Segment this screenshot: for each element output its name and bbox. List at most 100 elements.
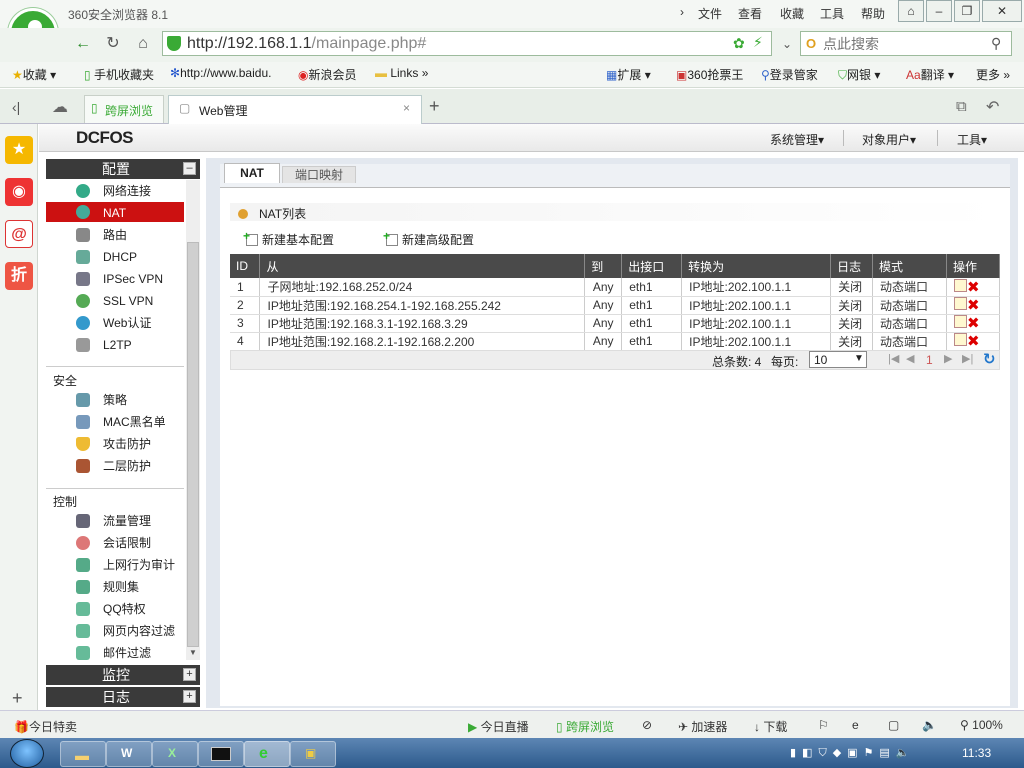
first-page-icon[interactable]: |◀ <box>888 352 899 365</box>
start-button[interactable] <box>10 739 44 768</box>
sidebar-toggle-icon[interactable]: ‹| <box>12 99 20 115</box>
discount-icon[interactable]: 折 <box>5 262 33 290</box>
nav-item-ipsec[interactable]: IPSec VPN <box>46 268 184 290</box>
add-icon[interactable]: + <box>12 688 23 709</box>
home-icon[interactable]: ⌂ <box>130 32 156 56</box>
refresh-icon[interactable]: ↻ <box>100 32 126 56</box>
cmd-task[interactable] <box>198 741 244 767</box>
nav-item-network[interactable]: 网络连接 <box>46 180 184 202</box>
nav-item-traffic[interactable]: 流量管理 <box>46 510 184 532</box>
ticket-button[interactable]: ▣360抢票王 <box>676 66 743 83</box>
nav-item-web-filter[interactable]: 网页内容过滤 <box>46 620 184 642</box>
login-manager-button[interactable]: ⚲登录管家 <box>761 66 818 83</box>
restore-tabs-icon[interactable]: ⧉ <box>956 98 967 115</box>
menu-tools[interactable]: 工具 <box>820 5 844 22</box>
netbank-button[interactable]: ⛉网银 ▾ <box>838 66 880 83</box>
refresh-icon[interactable]: ↻ <box>983 350 996 368</box>
table-row[interactable]: 4 IP地址范围:192.168.2.1-192.168.2.200 Any e… <box>230 332 1001 351</box>
delete-icon[interactable]: ✖ <box>967 316 981 331</box>
cross-screen-button[interactable]: ▯ 跨屏浏览 <box>556 718 614 735</box>
search-engine-icon[interactable]: O <box>806 36 816 51</box>
security-check-icon[interactable]: ✿ <box>733 35 745 52</box>
nav-header-log[interactable]: 日志 + <box>46 687 200 707</box>
nav-item-ruleset[interactable]: 规则集 <box>46 576 184 598</box>
table-row[interactable]: 3 IP地址范围:192.168.3.1-192.168.3.29 Any et… <box>230 314 1001 333</box>
undo-icon[interactable]: ↶ <box>986 97 999 117</box>
clock[interactable]: 11:33 <box>962 746 991 760</box>
prev-page-icon[interactable]: ◀ <box>906 352 914 365</box>
window-icon[interactable]: ▢ <box>888 718 899 732</box>
per-page-select[interactable]: 10 ▼ <box>809 351 867 368</box>
new-advanced-config-button[interactable]: 新建高级配置 <box>383 229 474 248</box>
lightning-icon[interactable]: ⚡ <box>753 34 763 51</box>
search-icon[interactable]: ⚲ <box>991 35 1001 52</box>
bookmark-baidu[interactable]: ✻http://www.baidu. <box>170 66 271 80</box>
nav-header-config[interactable]: 配置 – <box>46 159 200 179</box>
menu-view[interactable]: 查看 <box>738 5 762 22</box>
bookmark-sina[interactable]: ◉新浪会员 <box>298 66 357 83</box>
search-input[interactable] <box>823 34 983 53</box>
daily-deal[interactable]: 🎁今日特卖 <box>14 718 77 735</box>
collapse-icon[interactable]: – <box>183 162 196 175</box>
favorites-star-icon[interactable]: ★ <box>5 136 33 164</box>
explorer-task[interactable]: ▬ <box>60 741 106 767</box>
nav-item-nat[interactable]: NAT <box>46 202 184 222</box>
nav-item-sslvpn[interactable]: SSL VPN <box>46 290 184 312</box>
weibo-icon[interactable]: ◉ <box>5 178 33 206</box>
edit-icon[interactable] <box>953 278 967 292</box>
chevron-right-icon[interactable]: › <box>680 5 684 19</box>
delete-icon[interactable]: ✖ <box>967 334 981 349</box>
minimize-button[interactable]: – <box>926 0 952 22</box>
bookmark-links[interactable]: ▬ Links » <box>375 66 428 80</box>
edit-icon[interactable] <box>953 297 967 310</box>
scroll-thumb[interactable] <box>187 242 199 647</box>
edit-icon[interactable] <box>953 315 967 328</box>
edit-icon[interactable] <box>953 333 967 346</box>
word-task[interactable]: W <box>106 741 152 767</box>
nav-item-audit[interactable]: 上网行为审计 <box>46 554 184 576</box>
back-icon[interactable]: ← <box>70 32 96 56</box>
close-tab-icon[interactable]: × <box>403 101 410 115</box>
tab-nat[interactable]: NAT <box>224 163 280 183</box>
tab-port-mapping[interactable]: 端口映射 <box>282 166 356 183</box>
expand-icon[interactable]: + <box>183 690 196 703</box>
nav-item-mac-blacklist[interactable]: MAC黑名单 <box>46 411 184 433</box>
nav-item-attack-defense[interactable]: 攻击防护 <box>46 433 184 455</box>
flag-icon[interactable]: ⚐ <box>818 718 829 732</box>
scroll-down-icon[interactable]: ▼ <box>189 648 197 657</box>
nav-item-mail-filter[interactable]: 邮件过滤 <box>46 642 184 662</box>
zoom-control[interactable]: ⚲ 100% <box>960 718 1003 732</box>
tab-cross-screen[interactable]: ▯ 跨屏浏览 <box>84 95 164 123</box>
tray-icons[interactable]: ▮◧⛉◆▣⚑▤🔈 <box>790 746 916 760</box>
table-row[interactable]: 1 子网地址:192.168.252.0/24 Any eth1 IP地址:20… <box>230 278 1001 297</box>
table-row[interactable]: 2 IP地址范围:192.168.254.1-192.168.255.242 A… <box>230 296 1001 315</box>
app-task[interactable]: ▣ <box>290 741 336 767</box>
tab-web-manage[interactable]: ▢ Web管理 × <box>168 95 422 124</box>
url-bar[interactable]: http://192.168.1.1/mainpage.php# ✿ ⚡ <box>162 31 772 56</box>
new-tab-icon[interactable]: + <box>429 96 440 117</box>
mail-icon[interactable]: @ <box>5 220 33 248</box>
nav-item-route[interactable]: 路由 <box>46 224 184 246</box>
translate-button[interactable]: Aa翻译 ▾ <box>906 66 954 83</box>
nav-item-webauth[interactable]: Web认证 <box>46 312 184 334</box>
menu-tools[interactable]: 工具▾ <box>957 131 987 148</box>
bookmark-mobile[interactable]: ▯ 手机收藏夹 <box>84 66 154 83</box>
menu-system-manage[interactable]: 系统管理▾ <box>770 131 824 148</box>
accelerator-button[interactable]: ✈ 加速器 <box>678 718 727 735</box>
last-page-icon[interactable]: ▶| <box>962 352 973 365</box>
live-button[interactable]: ▶ 今日直播 <box>468 718 529 735</box>
nav-item-dhcp[interactable]: DHCP <box>46 246 184 268</box>
menu-object-user[interactable]: 对象用户▾ <box>862 131 916 148</box>
pin-icon[interactable]: ⌂ <box>898 0 924 22</box>
bookmark-favorites[interactable]: ★收藏 ▾ <box>12 66 56 83</box>
nav-header-monitor[interactable]: 监控 + <box>46 665 200 685</box>
next-page-icon[interactable]: ▶ <box>944 352 952 365</box>
volume-icon[interactable]: 🔈 <box>922 718 937 732</box>
close-button[interactable]: ✕ <box>982 0 1022 22</box>
cloud-icon[interactable]: ☁ <box>52 97 68 117</box>
status-icon[interactable]: ⊘ <box>642 718 652 732</box>
chevron-down-icon[interactable]: ⌄ <box>774 32 800 56</box>
search-bar[interactable]: O ⚲ <box>800 31 1012 56</box>
more-button[interactable]: 更多 » <box>976 66 1010 83</box>
download-button[interactable]: ↓ 下载 <box>754 718 787 735</box>
